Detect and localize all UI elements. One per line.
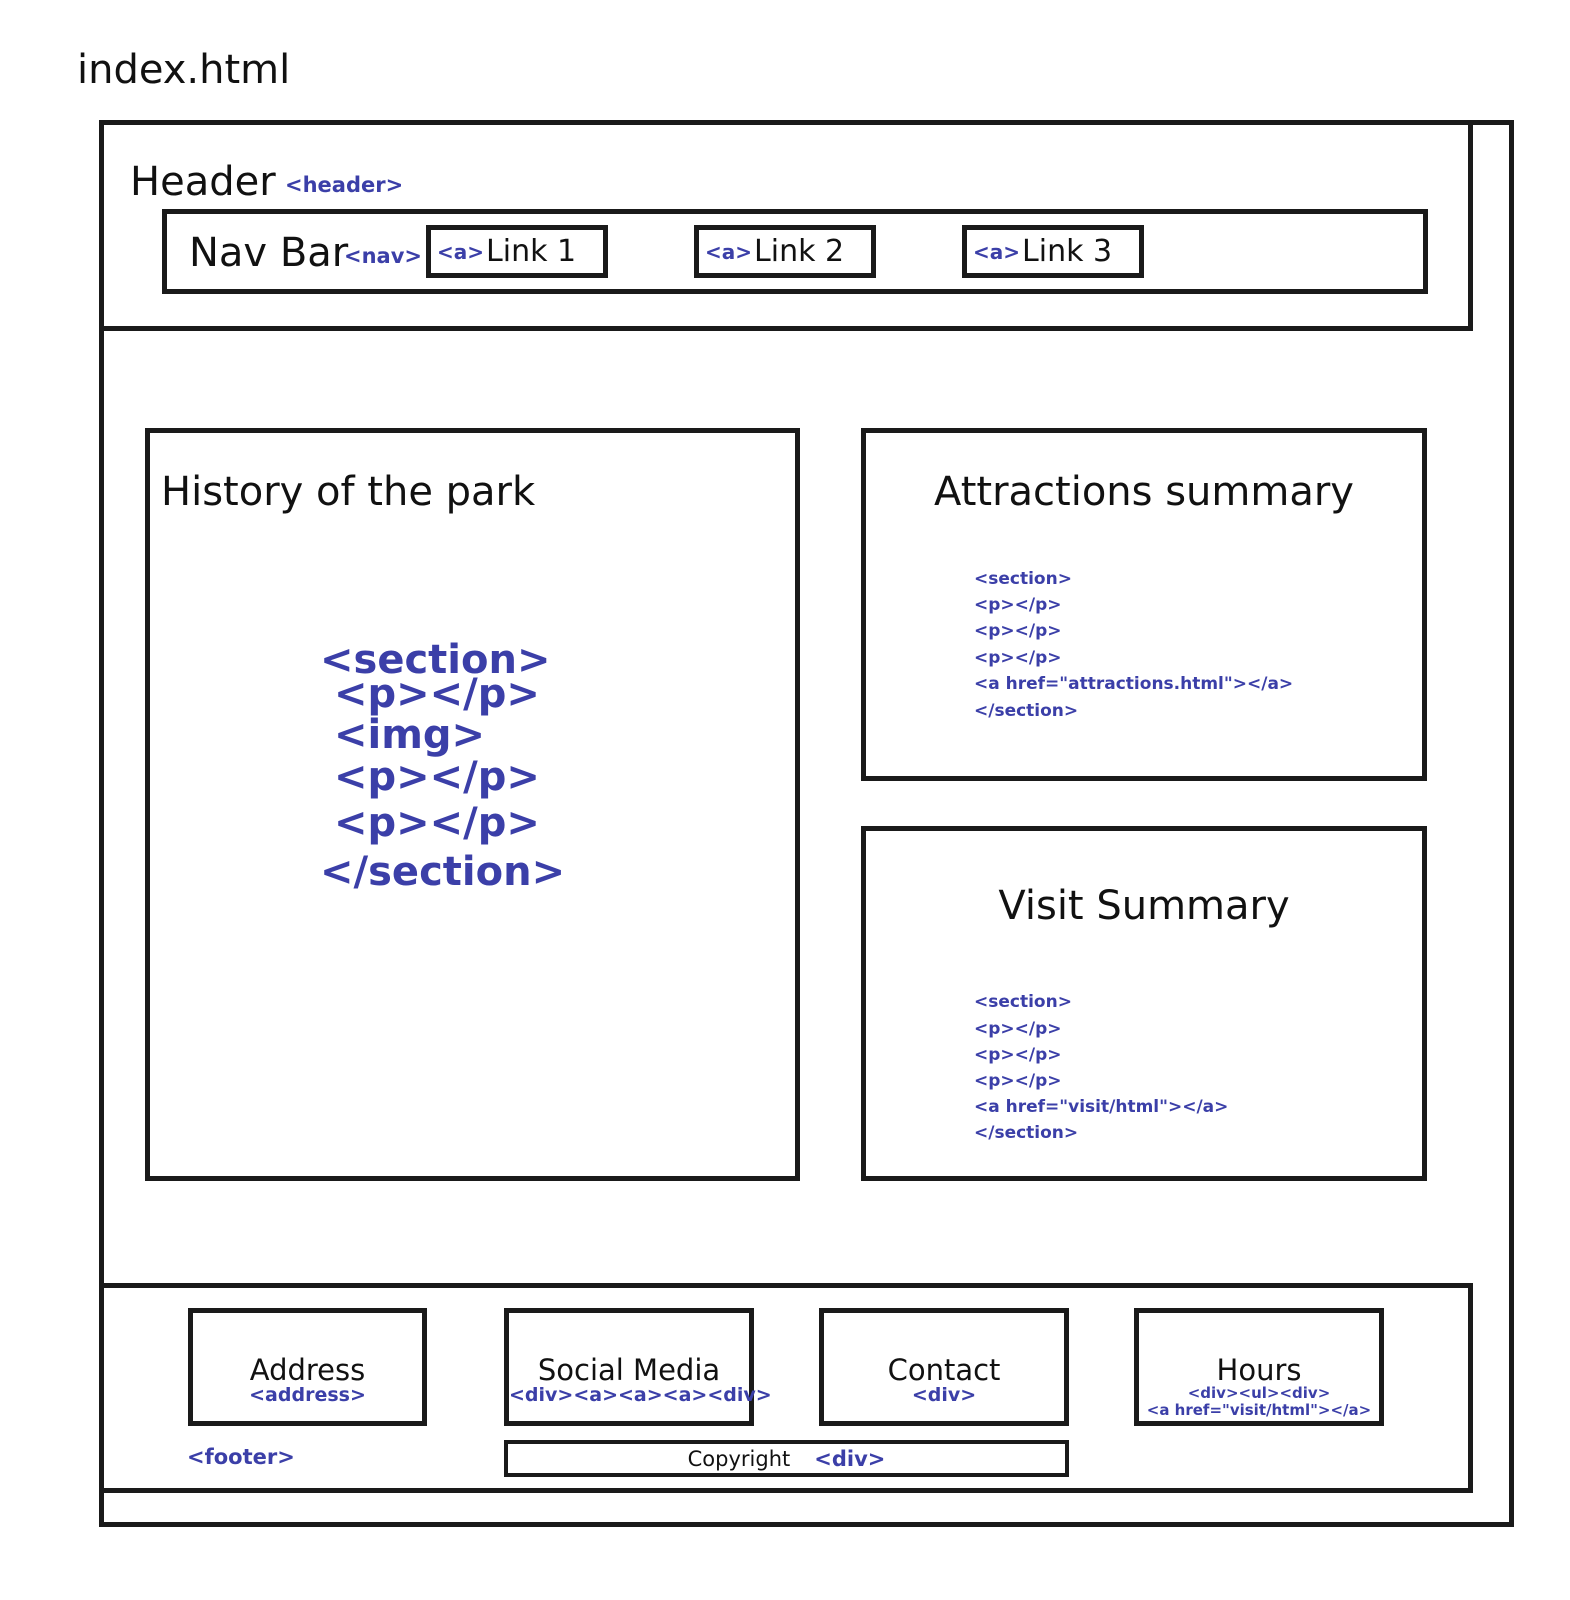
attractions-code-line: <p></p> <box>974 648 1062 668</box>
nav-link-1[interactable]: <a> Link 1 <box>426 225 608 278</box>
header-tag: <header> <box>285 173 404 197</box>
visit-code-line: <p></p> <box>974 1019 1062 1039</box>
nav-link-label: Link 1 <box>486 234 577 269</box>
anchor-tag: <a> <box>973 239 1021 264</box>
contact-box: Contact <div> <box>819 1308 1069 1426</box>
visit-code-line: <section> <box>974 992 1072 1012</box>
file-title: index.html <box>77 47 291 93</box>
visit-title: Visit Summary <box>998 883 1290 929</box>
contact-label: Contact <box>887 1353 1001 1387</box>
hours-label: Hours <box>1216 1353 1302 1387</box>
social-media-box: Social Media <div><a><a><a><div> <box>504 1308 772 1426</box>
copyright-label: Copyright <box>687 1446 791 1471</box>
history-code-line: </section> <box>320 849 566 895</box>
footer-tag: <footer> <box>187 1445 295 1469</box>
contact-tag: <div> <box>911 1384 977 1406</box>
attractions-code-line: <p></p> <box>974 621 1062 641</box>
hours-tag-line-2: <a href="visit/html"></a> <box>1146 1401 1372 1419</box>
attractions-code-line: <p></p> <box>974 595 1062 615</box>
nav-tag: <nav> <box>344 244 423 268</box>
history-code-line: <p></p> <box>334 754 540 800</box>
history-code-line: <p></p> <box>334 800 540 846</box>
history-code-line: <img> <box>334 712 486 758</box>
header-label: Header <box>130 159 276 205</box>
visit-code-line: <p></p> <box>974 1071 1062 1091</box>
address-label: Address <box>249 1353 366 1387</box>
nav-link-label: Link 3 <box>1022 234 1113 269</box>
social-media-label: Social Media <box>537 1353 721 1387</box>
copyright-tag: <div> <box>814 1446 886 1471</box>
nav-bar-label: Nav Bar <box>189 230 349 276</box>
attractions-title: Attractions summary <box>934 469 1354 515</box>
anchor-tag: <a> <box>705 239 753 264</box>
nav-link-3[interactable]: <a> Link 3 <box>962 225 1144 278</box>
history-title: History of the park <box>161 469 536 515</box>
address-box: Address <address> <box>188 1308 427 1426</box>
address-tag: <address> <box>249 1384 366 1406</box>
attractions-code-line: <section> <box>974 569 1072 589</box>
visit-code-line: </section> <box>974 1123 1079 1143</box>
anchor-tag: <a> <box>437 239 485 264</box>
attractions-code-line: <a href="attractions.html"></a> <box>974 674 1294 694</box>
attractions-code-line: </section> <box>974 701 1079 721</box>
nav-link-label: Link 2 <box>754 234 845 269</box>
visit-code-line: <a href="visit/html"></a> <box>974 1097 1229 1117</box>
nav-link-2[interactable]: <a> Link 2 <box>694 225 876 278</box>
social-media-tag: <div><a><a><a><div> <box>509 1384 772 1406</box>
visit-code-line: <p></p> <box>974 1045 1062 1065</box>
copyright-box: Copyright <div> <box>504 1440 1069 1477</box>
hours-box: Hours <div><ul><div> <a href="visit/html… <box>1134 1308 1384 1426</box>
hours-tag-line-1: <div><ul><div> <box>1187 1384 1331 1402</box>
